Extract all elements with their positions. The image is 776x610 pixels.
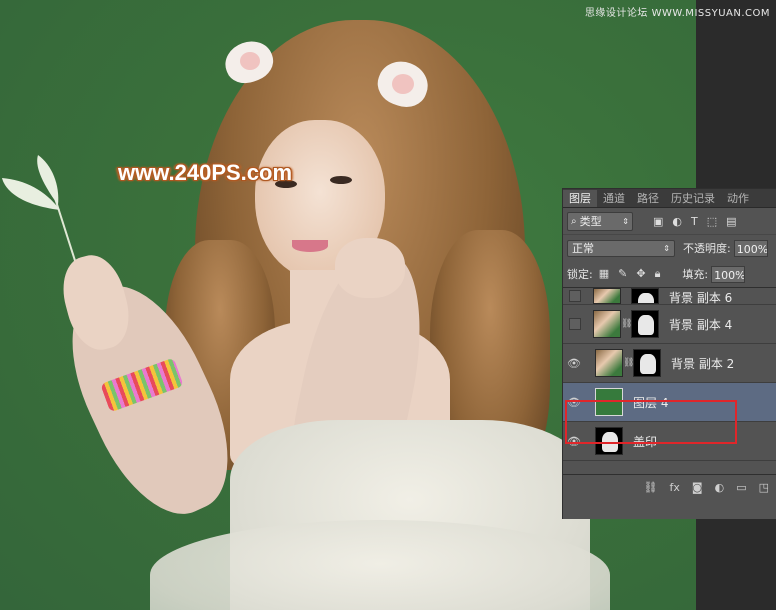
layer-row[interactable]: ⛓ 背景 副本 4 [563, 305, 776, 344]
eye-icon[interactable]: 👁︎ [563, 357, 585, 370]
panel-tabs: 图层 通道 路径 历史记录 动作 [563, 189, 776, 208]
right-hand [335, 238, 405, 298]
layer-thumbnail [593, 310, 621, 338]
type-filter-icon[interactable]: T [691, 215, 698, 228]
layer-mask-thumbnail [631, 310, 659, 338]
lock-transparent-icon[interactable]: ▦ [599, 267, 609, 281]
headband-ear-right-inner [392, 74, 414, 94]
adjustment-filter-icon[interactable]: ◐ [672, 215, 682, 228]
visibility-toggle-off[interactable] [569, 318, 581, 330]
filter-icons: ▣ ◐ T ⬚ ▤ [653, 215, 737, 228]
lock-all-icon[interactable]: 🔒︎ [655, 267, 661, 281]
filter-kind-label: 类型 [579, 215, 602, 228]
opacity-field[interactable]: 100% [733, 239, 768, 257]
search-icon: ⌕ [571, 215, 577, 227]
visibility-toggle-off[interactable] [569, 290, 581, 302]
watermark-240ps: www.240PS.com [118, 160, 293, 185]
fx-icon[interactable]: fx [670, 481, 680, 494]
opacity-label: 不透明度: [683, 242, 731, 255]
tab-actions[interactable]: 动作 [721, 190, 755, 207]
layer-name: 背景 副本 2 [671, 356, 735, 371]
pixel-filter-icon[interactable]: ▣ [653, 215, 663, 228]
layer-thumbnail [595, 349, 623, 377]
layer-thumbnail [593, 288, 621, 304]
layer-mask-thumbnail [633, 349, 661, 377]
add-mask-icon[interactable]: ◙ [692, 481, 703, 494]
layers-panel: 图层 通道 路径 历史记录 动作 ⌕ 类型 ⇕ ▣ ◐ T ⬚ ▤ 正常 ⇕ 不… [562, 188, 776, 519]
layer-name: 背景 副本 6 [669, 291, 733, 305]
blend-mode-select[interactable]: 正常 ⇕ [567, 239, 675, 257]
adjustment-layer-icon[interactable]: ◐ [715, 481, 725, 494]
tab-channels[interactable]: 通道 [597, 190, 631, 207]
dropdown-arrows-icon: ⇕ [663, 243, 670, 253]
lock-icons: ▦ ✎ ✥ 🔒︎ [599, 267, 661, 281]
lock-image-brush-icon[interactable]: ✎ [618, 267, 627, 281]
new-layer-icon[interactable]: ◳ [759, 481, 769, 494]
tab-history[interactable]: 历史记录 [665, 190, 721, 207]
tab-paths[interactable]: 路径 [631, 190, 665, 207]
lock-label: 锁定: [567, 268, 593, 281]
dropdown-arrows-icon: ⇕ [622, 216, 629, 226]
lock-position-icon[interactable]: ✥ [636, 267, 645, 281]
shape-filter-icon[interactable]: ⬚ [707, 215, 717, 228]
link-icon: ⛓ [623, 358, 635, 368]
lock-row: 锁定: ▦ ✎ ✥ 🔒︎ 填充: 100% [563, 261, 776, 288]
new-group-icon[interactable]: ▭ [736, 481, 746, 494]
tab-layers[interactable]: 图层 [563, 190, 597, 207]
panel-footer: ⛓ fx ◙ ◐ ▭ ◳ [563, 474, 776, 499]
layer-mask-thumbnail [631, 288, 659, 304]
blend-row: 正常 ⇕ 不透明度: 100% [563, 235, 776, 261]
fill-field[interactable]: 100% [711, 265, 746, 283]
blend-mode-value: 正常 [572, 242, 594, 255]
watermark-missyuan: 思缘设计论坛 WWW.MISSYUAN.COM [584, 8, 770, 19]
smart-object-filter-icon[interactable]: ▤ [726, 215, 736, 228]
right-eye [330, 176, 352, 184]
headband-ear-left-inner [240, 52, 260, 70]
filter-row: ⌕ 类型 ⇕ ▣ ◐ T ⬚ ▤ [563, 208, 776, 235]
highlight-box [565, 400, 737, 444]
filter-kind-select[interactable]: ⌕ 类型 ⇕ [567, 211, 633, 231]
layer-row[interactable]: 背景 副本 6 [563, 288, 776, 305]
layers-list: 背景 副本 6 ⛓ 背景 副本 4 👁︎ ⛓ 背景 副本 2 👁︎ 图层 4 👁… [563, 288, 776, 474]
link-icon: ⛓ [621, 319, 633, 329]
layer-name: 背景 副本 4 [669, 317, 733, 332]
link-layers-icon[interactable]: ⛓ [644, 481, 658, 494]
mouth [292, 240, 328, 252]
fill-label: 填充: [682, 268, 709, 281]
layer-row[interactable]: 👁︎ ⛓ 背景 副本 2 [563, 344, 776, 383]
